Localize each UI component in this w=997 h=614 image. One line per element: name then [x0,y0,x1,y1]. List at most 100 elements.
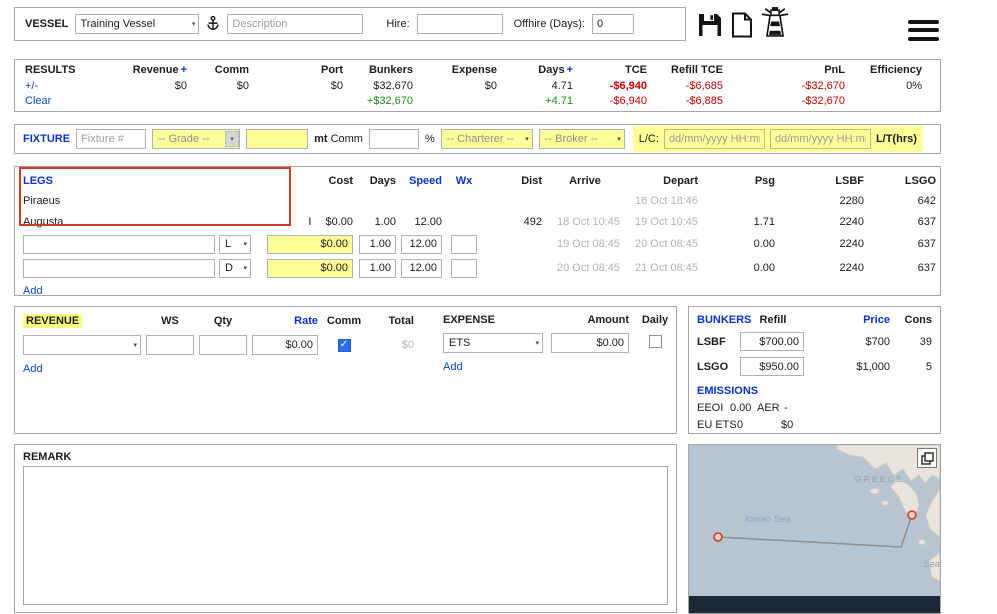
leg-port-input[interactable] [23,235,215,254]
leg-row[interactable]: Augusta I$0.00 1.00 12.00 492 18 Oct 10:… [15,211,940,232]
results-grid: RESULTS +/- Clear Revenue+ $0 Comm $0 Po… [25,63,930,110]
grade-select[interactable]: -- Grade -- ▾ [152,129,240,149]
leg-lsgo: 637 [868,262,940,274]
days-header: Days+ [497,63,573,79]
leg-type-select[interactable]: L▾ [219,235,251,254]
efficiency-value: 0% [845,79,922,95]
lsbf-price: $700 [806,336,890,348]
leg-lsgo: 637 [868,216,940,228]
leg-cost-input[interactable] [267,259,353,278]
leg-type-select[interactable]: D▾ [219,259,251,278]
anchor-icon[interactable] [206,15,220,33]
tce-header: TCE [573,63,647,79]
vessel-name-input[interactable] [75,14,199,34]
leg-psg: 1.71 [702,216,779,228]
lsgo-refill-input[interactable] [740,357,804,376]
results-title: RESULTS [25,63,121,79]
add-revenue-link[interactable]: Add [23,363,43,375]
port-marker[interactable] [714,533,722,541]
charterer-select[interactable]: -- Charterer -- ▾ [441,129,533,149]
lighthouse-button[interactable] [757,4,793,39]
popout-icon [921,452,934,465]
laycan-to-input[interactable] [770,129,871,149]
price-header[interactable]: Price [806,314,890,326]
clear-link[interactable]: Clear [25,94,121,110]
leg-wx-input[interactable] [451,259,477,278]
fixture-number-input[interactable] [76,129,146,149]
depart-header: Depart [624,175,702,187]
daily-header: Daily [637,314,673,326]
hamburger-menu-icon [908,20,939,41]
chevron-down-icon: ▾ [617,136,621,143]
offhire-label: Offhire (Days): [514,18,585,30]
route-map[interactable]: GREECE Ionian Sea Sea [688,444,941,614]
add-expense-link[interactable]: Add [443,361,463,373]
broker-select-value: -- Broker -- [545,133,598,145]
refill-tce-header: Refill TCE [647,63,723,79]
leg-days-input[interactable] [359,259,396,278]
comm-label: Comm [331,133,363,145]
voyage-estimator-screen: VESSEL ▾ Hire: Offhire (Days): [0,0,997,614]
leg-row[interactable]: Piraeus 16 Oct 18:46 2280 642 [15,190,940,211]
leg-port-input[interactable] [23,259,215,278]
chevron-down-icon[interactable]: ▾ [192,20,196,28]
offhire-input[interactable] [592,14,634,34]
rate-header[interactable]: Rate [252,315,318,327]
add-leg-link[interactable]: Add [23,285,43,297]
save-button[interactable] [697,12,723,38]
results-col-days: Days+ 4.71 +4.71 [497,63,573,110]
lsbf-refill-input[interactable] [740,332,804,351]
comm-pct-input[interactable] [369,129,419,149]
laycan-from-input[interactable] [664,129,765,149]
leg-speed-input[interactable] [401,259,442,278]
menu-button[interactable] [908,15,939,45]
plus-minus-link[interactable]: +/- [25,79,121,95]
leg-days-input[interactable] [359,235,396,254]
refill-tce-delta: -$6,885 [647,94,723,110]
map-bottom-bar [689,596,940,613]
leg-psg: 0.00 [702,262,779,274]
leg-cost-input[interactable] [267,235,353,254]
copy-button[interactable] [730,12,754,38]
hire-input[interactable] [417,14,503,34]
broker-select[interactable]: -- Broker -- ▾ [539,129,625,149]
map-popout-button[interactable] [917,448,937,468]
wx-header[interactable]: Wx [446,175,482,187]
leg-days: 1.00 [357,216,400,228]
expense-type-select[interactable]: ETS▾ [443,333,543,353]
qty-input[interactable] [199,335,247,355]
total-header: Total [370,315,414,327]
description-input[interactable] [227,14,363,34]
cost-header: Cost [259,175,357,187]
leg-lsgo: 637 [868,238,940,250]
amount-header: Amount [551,314,629,326]
lsbf-cons: 39 [890,336,932,348]
daily-checkbox[interactable] [649,335,662,348]
chevron-down-icon: ▾ [243,241,247,248]
leg-wx-input[interactable] [451,235,477,254]
remark-textarea[interactable] [23,466,668,605]
leg-arrive: 18 Oct 10:45 [546,216,624,228]
legs-header-row: LEGS Cost Days Speed Wx Dist Arrive Depa… [15,172,940,190]
results-col-port: Port $0 [249,63,343,110]
rate-input[interactable] [252,335,318,355]
days-header: Days [357,175,400,187]
amount-input[interactable] [551,333,629,353]
revenue-total-value: $0 [370,339,414,351]
leg-type-value: D [225,262,233,274]
vessel-name-combobox: ▾ [75,14,199,34]
speed-header[interactable]: Speed [400,175,446,187]
lsgo-cons: 5 [890,361,932,373]
leg-lsbf: 2280 [779,195,868,207]
leg-speed-input[interactable] [401,235,442,254]
percent-label: % [425,133,435,145]
port-marker[interactable] [908,511,916,519]
cargo-qty-input[interactable] [246,129,308,149]
fixture-panel: FIXTURE -- Grade -- ▾ mt Comm % -- Chart… [14,124,941,154]
revenue-type-select[interactable]: ▾ [23,335,141,355]
sea-label: Sea [923,559,940,570]
ws-input[interactable] [146,335,194,355]
map-sea [689,445,940,613]
comm-checkbox[interactable]: ✓ [338,339,351,352]
map-canvas[interactable]: GREECE Ionian Sea Sea [689,445,940,613]
